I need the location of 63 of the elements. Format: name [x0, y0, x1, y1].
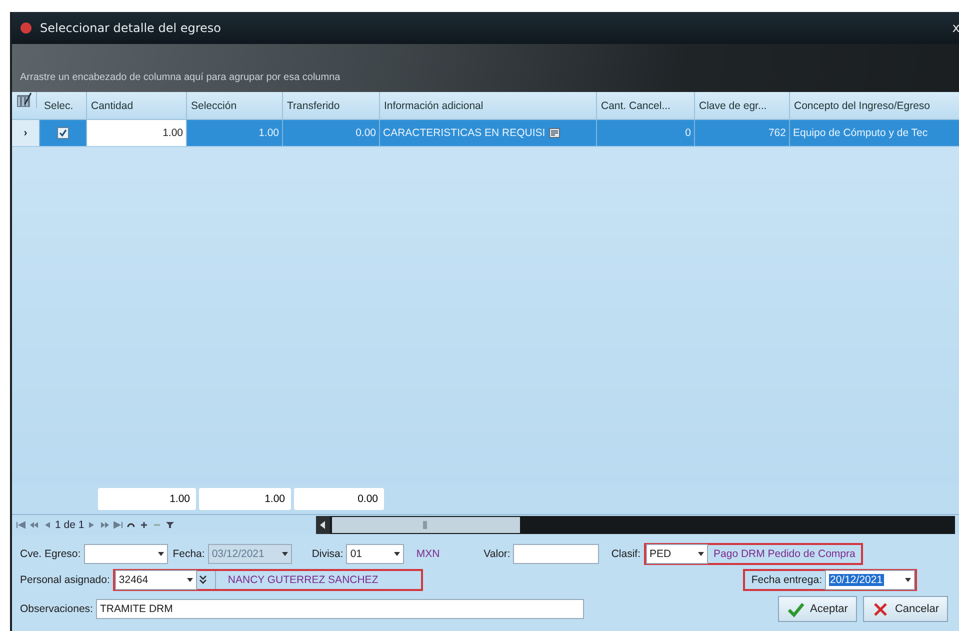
- column-header[interactable]: Transferido: [283, 92, 380, 119]
- close-icon: [872, 600, 890, 618]
- column-header[interactable]: Cantidad: [87, 92, 187, 119]
- total-value: 0.00: [294, 488, 384, 510]
- field-label: Fecha entrega:: [751, 574, 822, 586]
- filter-icon[interactable]: [165, 521, 176, 529]
- checkbox[interactable]: [57, 127, 69, 139]
- column-header[interactable]: Cant. Cancel...: [597, 92, 695, 119]
- currency-name: MXN: [416, 548, 440, 560]
- column-header[interactable]: Selección: [187, 92, 283, 119]
- column-header[interactable]: Concepto del Ingreso/Egreso: [790, 92, 959, 119]
- window-title: Seleccionar detalle del egreso: [40, 21, 222, 35]
- column-header[interactable]: Selec.: [40, 92, 87, 119]
- table-cell: 1.00: [187, 120, 283, 146]
- classification-dropdown[interactable]: PED: [646, 544, 708, 564]
- field-label: Valor:: [484, 548, 510, 560]
- check-icon: [59, 129, 67, 137]
- total-value: 1.00: [98, 488, 196, 510]
- page-indicator: 1 de 1: [55, 519, 84, 531]
- dropdown-caret-icon: [394, 552, 400, 556]
- classification-name: Pago DRM Pedido de Compra: [714, 548, 856, 560]
- group-by-hint: Arrastre un encabezado de columna aquí para agrupar por esa columna: [20, 72, 340, 83]
- table-cell: 762: [695, 120, 790, 146]
- column-header[interactable]: Clave de egr...: [695, 92, 790, 119]
- field-label: Clasif:: [611, 548, 641, 560]
- first-page-icon[interactable]: [16, 521, 26, 529]
- dropdown-caret-icon: [158, 552, 164, 556]
- memo-icon[interactable]: [549, 128, 560, 138]
- dropdown-caret-icon: [698, 552, 704, 556]
- table-cell: CARACTERISTICAS EN REQUISI: [383, 127, 546, 139]
- quantity-field[interactable]: 1.00: [87, 120, 187, 146]
- delivery-date-field[interactable]: 20/12/2021: [825, 570, 915, 590]
- app-icon: [20, 22, 32, 34]
- staff-dropdown[interactable]: 32464: [114, 570, 197, 590]
- expand-icon[interactable]: [198, 575, 207, 585]
- dropdown-caret-icon: [905, 578, 911, 582]
- dropdown-caret-icon: [186, 578, 193, 582]
- table-cell: Equipo de Cómputo y de Tec: [790, 120, 959, 146]
- egreso-dropdown[interactable]: [84, 544, 168, 564]
- field-label: Cve. Egreso:: [20, 548, 81, 560]
- value-field[interactable]: [513, 544, 600, 564]
- add-icon[interactable]: [139, 521, 150, 529]
- total-value: 1.00: [199, 488, 291, 510]
- row-indicator: ›: [12, 120, 40, 146]
- field-label: Fecha:: [172, 548, 205, 560]
- field-label: Divisa:: [312, 548, 344, 560]
- field-label: Observaciones:: [20, 603, 93, 615]
- previous-page-icon[interactable]: [29, 521, 39, 529]
- check-icon: [787, 600, 806, 618]
- dropdown-caret-icon: [282, 552, 288, 556]
- currency-dropdown[interactable]: 01: [346, 544, 404, 564]
- dialog-button[interactable]: Aceptar: [778, 596, 857, 622]
- next-page-icon[interactable]: [100, 521, 110, 529]
- dialog-button[interactable]: Cancelar: [862, 596, 948, 622]
- column-header[interactable]: Información adicional: [380, 92, 597, 119]
- table-cell: 0: [597, 120, 695, 146]
- field-label: Personal asignado:: [20, 574, 110, 586]
- notes-field[interactable]: TRAMITE DRM: [96, 599, 584, 619]
- staff-name: NANCY GUTERREZ SANCHEZ: [214, 571, 378, 589]
- table-cell: 0.00: [283, 120, 380, 146]
- table-row[interactable]: › 1.00 1.00 0.00 CARACTERISTICAS EN REQUISI 0 762 Equipo de Cómputo y de Tec: [12, 120, 959, 147]
- undo-icon[interactable]: [126, 521, 136, 529]
- horizontal-scrollbar[interactable]: [316, 516, 955, 534]
